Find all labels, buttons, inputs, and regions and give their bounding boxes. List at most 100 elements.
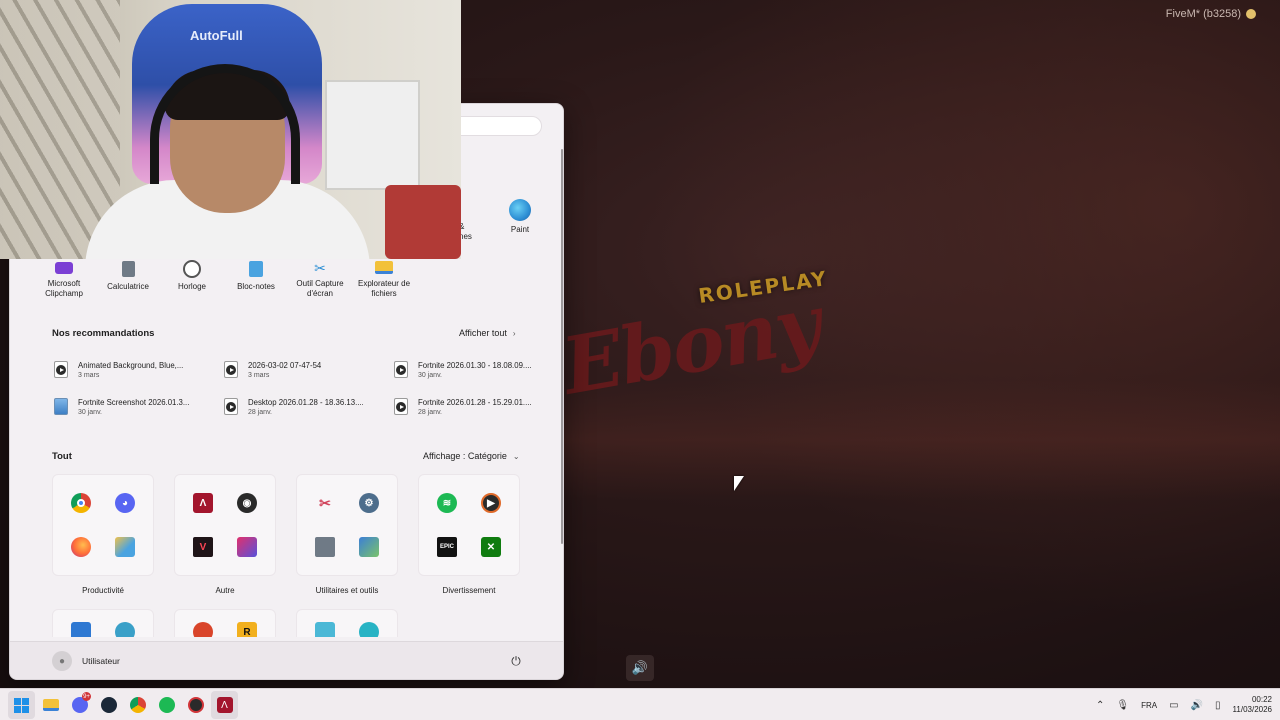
windows-start-icon — [14, 697, 29, 713]
app-categories: ◕ Productivité Λ ◉ V Autre ✂ ⚙ Utilitair… — [52, 474, 532, 595]
spotify-icon[interactable]: ≋ — [437, 493, 457, 513]
recommendation-name: Fortnite Screenshot 2026.01.3... — [78, 397, 190, 407]
recommendation-date: 30 janv. — [78, 408, 102, 416]
microphone-icon[interactable]: 🎙 — [1116, 700, 1129, 711]
taskbar-obs[interactable] — [182, 691, 209, 719]
recommendation-item[interactable]: Fortnite 2026.01.30 - 18.08.09.... 30 jan… — [394, 357, 563, 382]
spotify-icon — [158, 697, 175, 713]
clock-date: 11/03/2026 — [1232, 705, 1272, 714]
recommendation-item[interactable]: Animated Background, Blue,... 3 mars — [54, 357, 224, 382]
rockstar-icon[interactable]: R — [237, 622, 257, 637]
view-mode-dropdown[interactable]: Affichage : Catégorie ⌄ — [423, 451, 520, 461]
category-label: Autre — [215, 586, 235, 595]
video-file-icon — [54, 361, 68, 378]
taskbar-affinity[interactable]: Λ — [211, 691, 238, 719]
social-apps-icon[interactable] — [237, 537, 257, 557]
start-menu-scrollbar[interactable] — [561, 149, 563, 544]
chevron-right-icon: › — [512, 328, 516, 338]
chrome-icon[interactable] — [71, 493, 91, 513]
network-icon[interactable]: ▭ — [1169, 700, 1178, 711]
category-other[interactable]: Λ ◉ V Autre — [174, 474, 276, 595]
file-explorer-icon — [42, 699, 59, 711]
category-folder[interactable] — [296, 609, 398, 637]
settings-icon[interactable]: ⚙ — [359, 493, 379, 513]
control-panel-icon[interactable] — [359, 537, 379, 557]
pinned-app-notepad[interactable]: Bloc-notes — [224, 259, 288, 299]
recommendation-item[interactable]: Fortnite Screenshot 2026.01.3... 30 janv. — [54, 394, 224, 419]
photos-icon[interactable] — [115, 537, 135, 557]
chair-brand-label: AutoFull — [190, 28, 243, 43]
discord-icon[interactable]: ◕ — [115, 493, 135, 513]
keyboard-icon[interactable] — [315, 622, 335, 637]
firefox-icon[interactable] — [71, 537, 91, 557]
recommendation-item[interactable]: Desktop 2026.01.28 - 18.36.13.... 28 janv… — [224, 394, 394, 419]
app-icon[interactable] — [71, 622, 91, 637]
pinned-app-file-explorer[interactable]: Explorateur de fichiers — [352, 259, 416, 299]
view-mode-label: Affichage : Catégorie — [423, 451, 507, 461]
pinned-app-paint[interactable]: Paint — [498, 199, 542, 234]
pinned-app-label: Outil Capture d'écran — [296, 279, 344, 298]
user-account-button[interactable]: ● Utilisateur — [52, 651, 120, 671]
category-entertainment[interactable]: ≋ ▶ EPIC ✕ Divertissement — [418, 474, 520, 595]
volume-icon[interactable]: 🔊 — [1191, 700, 1203, 711]
taskbar-discord[interactable]: 9+ — [66, 691, 93, 719]
pinned-app-calculator[interactable]: Calculatrice — [96, 259, 160, 299]
clock-icon — [182, 259, 202, 279]
all-apps-heading: Tout — [52, 451, 72, 462]
epic-games-icon[interactable]: EPIC — [437, 537, 457, 557]
webcam-red-object — [385, 185, 461, 259]
power-button[interactable]: ⏻ — [507, 652, 525, 670]
category-productivity[interactable]: ◕ Productivité — [52, 474, 154, 595]
pinned-app-label: Explorateur de fichiers — [357, 279, 411, 298]
recommendation-date: 30 janv. — [418, 371, 442, 379]
category-folder[interactable]: R — [174, 609, 276, 637]
taskbar-spotify[interactable] — [153, 691, 180, 719]
category-utilities[interactable]: ✂ ⚙ Utilitaires et outils — [296, 474, 398, 595]
taskbar-file-explorer[interactable] — [37, 691, 64, 719]
recommendation-item[interactable]: Fortnite 2026.01.28 - 15.29.01.... 28 jan… — [394, 394, 563, 419]
snipping-tool-icon[interactable]: ✂ — [315, 493, 335, 513]
video-file-icon — [394, 361, 408, 378]
show-all-button[interactable]: Afficher tout › — [459, 328, 516, 338]
affinity-icon[interactable]: Λ — [193, 493, 213, 513]
category-folder[interactable]: ◕ — [52, 474, 154, 576]
battery-icon[interactable]: ▯ — [1215, 700, 1221, 711]
valorant-icon[interactable]: V — [193, 537, 213, 557]
video-file-icon — [224, 361, 238, 378]
pinned-app-label: Microsoft Clipchamp — [45, 279, 83, 298]
recommendation-item[interactable]: 2026-03-02 07-47-54 3 mars — [224, 357, 394, 382]
category-label: Utilitaires et outils — [315, 586, 379, 595]
xbox-icon[interactable]: ✕ — [481, 537, 501, 557]
video-file-icon — [224, 398, 238, 415]
media-player-icon[interactable]: ▶ — [481, 493, 501, 513]
pinned-app-clipchamp[interactable]: Microsoft Clipchamp — [32, 259, 96, 299]
fivem-version-label: FiveM* (b3258) — [1166, 8, 1256, 20]
pinned-app-label: Calculatrice — [107, 282, 149, 291]
language-indicator[interactable]: FRA — [1141, 701, 1157, 710]
category-folder[interactable]: ✂ ⚙ — [296, 474, 398, 576]
category-folder[interactable]: ≋ ▶ EPIC ✕ — [418, 474, 520, 576]
chevron-up-icon[interactable]: ⌃ — [1096, 700, 1104, 711]
category-folder[interactable]: Λ ◉ V — [174, 474, 276, 576]
pinned-app-clock[interactable]: Horloge — [160, 259, 224, 299]
recommendation-date: 3 mars — [248, 371, 270, 379]
app-icon[interactable] — [359, 622, 379, 637]
category-folder[interactable] — [52, 609, 154, 637]
obs-icon[interactable]: ◉ — [237, 493, 257, 513]
game-volume-button[interactable]: 🔊 — [626, 655, 654, 681]
taskbar-steam[interactable] — [95, 691, 122, 719]
affinity-icon: Λ — [216, 697, 233, 713]
taskbar: 9+ Λ ⌃ 🎙 FRA ▭ 🔊 ▯ 00:22 11/03/2026 — [0, 688, 1280, 720]
chrome-icon — [129, 697, 146, 713]
fivem-status-icon — [1246, 9, 1256, 19]
clock[interactable]: 00:22 11/03/2026 — [1233, 695, 1272, 715]
taskbar-chrome[interactable] — [124, 691, 151, 719]
recommendation-name: Fortnite 2026.01.28 - 15.29.01.... — [418, 397, 532, 407]
calculator-icon[interactable] — [315, 537, 335, 557]
pinned-app-snipping-tool[interactable]: ✂ Outil Capture d'écran — [288, 259, 352, 299]
app-icon[interactable] — [115, 622, 135, 637]
recommendation-name: Fortnite 2026.01.30 - 18.08.09.... — [418, 360, 532, 370]
category-label: Productivité — [82, 586, 124, 595]
start-button[interactable] — [8, 691, 35, 719]
app-icon[interactable] — [193, 622, 213, 637]
